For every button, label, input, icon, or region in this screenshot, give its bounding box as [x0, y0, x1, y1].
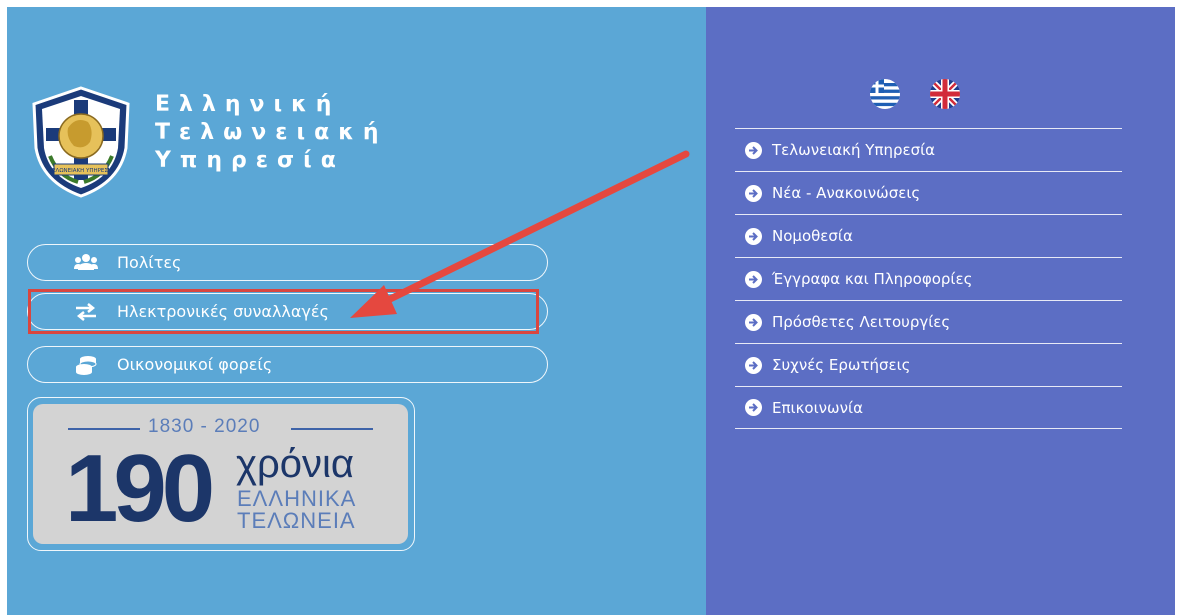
nav-item-contact[interactable]: Επικοινωνία — [735, 386, 1122, 429]
arrow-circle-icon — [745, 141, 762, 159]
arrow-circle-icon — [745, 399, 762, 416]
greek-flag-icon[interactable] — [870, 79, 900, 109]
anniversary-badge-inner: 1830 - 2020 190 χρόνια ΕΛΛΗΝΙΚΑ ΤΕΛΩΝΕΙΑ — [33, 404, 408, 544]
users-icon — [74, 254, 98, 270]
brand-title: Ελληνική Τελωνειακή Υπηρεσία — [155, 91, 388, 175]
right-panel: Τελωνειακή Υπηρεσία Νέα - Ανακοινώσεις Ν… — [706, 7, 1175, 615]
menu-economic-operators-label: Οικονομικοί φορείς — [117, 355, 273, 374]
brand-line-2: Τελωνειακή — [155, 120, 388, 145]
badge-word: χρόνια — [236, 442, 355, 486]
nav-item-label: Τελωνειακή Υπηρεσία — [772, 141, 936, 159]
arrow-circle-icon — [745, 227, 762, 245]
arrow-circle-icon — [745, 313, 762, 331]
nav-item-customs-service[interactable]: Τελωνειακή Υπηρεσία — [735, 128, 1122, 171]
arrow-circle-icon — [745, 356, 762, 374]
crest-banner-text: ΤΕΛΩΝΕΙΑΚΗ ΥΠΗΡΕΣΙΑ — [48, 168, 114, 174]
anniversary-badge[interactable]: 1830 - 2020 190 χρόνια ΕΛΛΗΝΙΚΑ ΤΕΛΩΝΕΙΑ — [27, 397, 415, 551]
arrow-circle-icon — [745, 184, 762, 202]
menu-citizens[interactable]: Πολίτες — [27, 244, 548, 281]
language-switcher — [870, 79, 980, 111]
nav-item-label: Πρόσθετες Λειτουργίες — [772, 313, 951, 331]
menu-economic-operators[interactable]: Οικονομικοί φορείς — [27, 346, 548, 383]
nav-item-news[interactable]: Νέα - Ανακοινώσεις — [735, 171, 1122, 214]
nav-item-label: Συχνές Ερωτήσεις — [772, 356, 911, 374]
highlight-box — [28, 289, 539, 334]
brand-line-1: Ελληνική — [155, 92, 341, 117]
nav-item-documents[interactable]: Έγγραφα και Πληροφορίες — [735, 257, 1122, 300]
coins-icon — [76, 356, 97, 375]
badge-line-2: ΤΕΛΩΝΕΙΑ — [237, 508, 356, 533]
arrow-circle-icon — [745, 270, 762, 288]
nav-item-label: Έγγραφα και Πληροφορίες — [772, 270, 973, 288]
right-nav: Τελωνειακή Υπηρεσία Νέα - Ανακοινώσεις Ν… — [735, 128, 1122, 429]
nav-item-faq[interactable]: Συχνές Ερωτήσεις — [735, 343, 1122, 386]
badge-divider-left — [68, 428, 140, 430]
customs-crest-logo[interactable]: ΤΕΛΩΝΕΙΑΚΗ ΥΠΗΡΕΣΙΑ — [28, 86, 134, 198]
nav-item-label: Νέα - Ανακοινώσεις — [772, 184, 921, 202]
page-frame: ΤΕΛΩΝΕΙΑΚΗ ΥΠΗΡΕΣΙΑ Ελληνική Τελωνειακή … — [7, 7, 1175, 615]
nav-item-label: Νομοθεσία — [772, 227, 853, 245]
uk-flag-icon[interactable] — [930, 79, 960, 109]
menu-citizens-label: Πολίτες — [117, 253, 182, 272]
nav-item-label: Επικοινωνία — [772, 398, 863, 417]
badge-line-1: ΕΛΛΗΝΙΚΑ — [237, 486, 357, 511]
nav-item-additional-functions[interactable]: Πρόσθετες Λειτουργίες — [735, 300, 1122, 343]
brand-line-3: Υπηρεσία — [155, 148, 345, 173]
nav-item-legislation[interactable]: Νομοθεσία — [735, 214, 1122, 257]
badge-divider-right — [291, 428, 373, 430]
badge-number: 190 — [65, 435, 215, 542]
left-panel: ΤΕΛΩΝΕΙΑΚΗ ΥΠΗΡΕΣΙΑ Ελληνική Τελωνειακή … — [7, 7, 706, 615]
